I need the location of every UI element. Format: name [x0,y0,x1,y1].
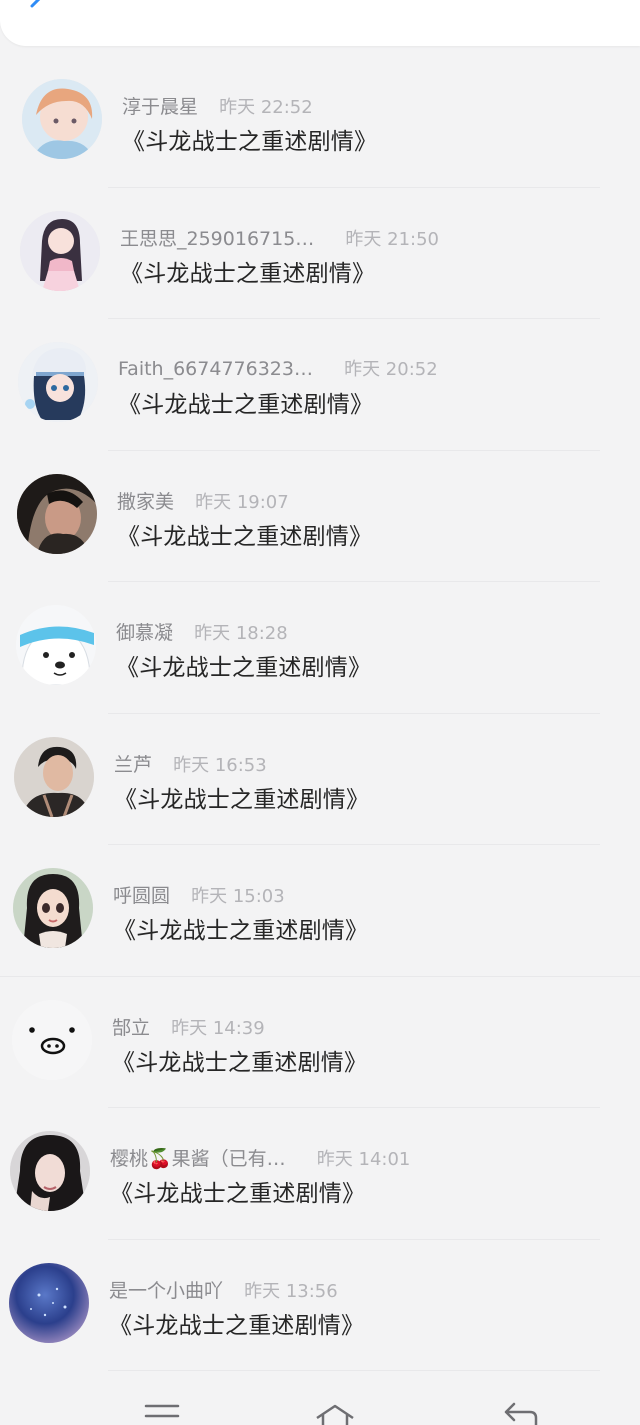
photo-dark-hair-icon [17,473,97,554]
list-item[interactable]: 樱桃🍒果酱（已有… 昨天 14:01 《斗龙战士之重述剧情》 [0,1108,640,1240]
list-item[interactable]: 是一个小曲吖 昨天 13:56 《斗龙战士之重述剧情》 [0,1240,640,1372]
blue-sphere-icon [9,1262,89,1343]
message-time: 昨天 19:07 [195,491,289,513]
pig-face-icon [12,999,92,1080]
cartoon-bear-icon [16,605,96,685]
list-item[interactable]: 王思思_259016715… 昨天 21:50 《斗龙战士之重述剧情》 [0,188,640,320]
sender-name: 呼圆圆 [113,885,171,907]
avatar[interactable] [20,210,100,291]
sender-name: 兰芦 [114,753,153,776]
message-text: 《斗龙战士之重述剧情》 [109,1312,365,1339]
anime-girl-hat-icon [18,342,98,422]
menu-icon[interactable] [142,1400,182,1425]
sender-name: 樱桃🍒果酱（已有… [110,1148,286,1170]
sender-name: 是一个小曲吖 [109,1279,224,1302]
message-text: 《斗龙战士之重述剧情》 [120,260,376,287]
message-text: 《斗龙战士之重述剧情》 [113,918,369,944]
message-time: 昨天 16:53 [173,754,267,776]
3d-girl-icon [13,868,93,948]
message-time: 昨天 18:28 [194,623,288,644]
message-text: 《斗龙战士之重述剧情》 [112,1049,368,1076]
photo-young-man-icon [14,736,94,817]
avatar[interactable] [9,1262,89,1343]
avatar[interactable] [16,605,96,685]
message-time: 昨天 22:52 [219,97,313,118]
message-time: 昨天 13:56 [244,1280,338,1302]
avatar[interactable] [22,79,102,159]
sender-name: 撒家美 [117,490,175,513]
sender-name: 御慕凝 [116,622,174,644]
message-text: 《斗龙战士之重述剧情》 [117,523,373,550]
home-icon[interactable] [315,1400,355,1425]
list-item[interactable]: 撒家美 昨天 19:07 《斗龙战士之重述剧情》 [0,451,640,583]
bottom-nav-bar [0,1390,640,1425]
anime-girl-pink-icon [20,210,100,291]
message-list: 淳于晨星 昨天 22:52 《斗龙战士之重述剧情》 王思思_259016715…… [0,56,640,1371]
avatar[interactable] [13,868,93,948]
chevron-left-icon[interactable] [22,0,56,20]
sender-name: 淳于晨星 [122,96,199,118]
sender-name: 郜立 [112,1016,151,1039]
message-time: 昨天 14:01 [316,1149,411,1170]
sender-name: Faith_6674776323… [118,358,313,380]
avatar[interactable] [14,736,94,817]
message-time: 昨天 21:50 [345,228,439,250]
list-item[interactable]: Faith_6674776323… 昨天 20:52 《斗龙战士之重述剧情》 [0,319,640,451]
avatar[interactable] [18,342,98,422]
message-text: 《斗龙战士之重述剧情》 [110,1181,366,1207]
top-bar [0,0,640,46]
message-time: 昨天 15:03 [191,886,285,907]
anime-boy-icon [22,79,102,159]
message-text: 《斗龙战士之重述剧情》 [116,655,372,681]
list-item[interactable]: 呼圆圆 昨天 15:03 《斗龙战士之重述剧情》 [0,845,640,977]
avatar[interactable] [10,1131,90,1211]
message-text: 《斗龙战士之重述剧情》 [122,129,378,155]
list-item[interactable]: 郜立 昨天 14:39 《斗龙战士之重述剧情》 [0,977,640,1109]
avatar[interactable] [17,473,97,554]
list-item[interactable]: 御慕凝 昨天 18:28 《斗龙战士之重述剧情》 [0,582,640,714]
back-icon[interactable] [500,1400,540,1425]
sender-name: 王思思_259016715… [120,227,315,250]
avatar[interactable] [12,999,92,1080]
list-item[interactable]: 兰芦 昨天 16:53 《斗龙战士之重述剧情》 [0,714,640,846]
list-item[interactable]: 淳于晨星 昨天 22:52 《斗龙战士之重述剧情》 [0,56,640,188]
message-text: 《斗龙战士之重述剧情》 [118,392,374,418]
photo-girl-icon [10,1131,90,1211]
message-time: 昨天 20:52 [344,359,438,380]
message-time: 昨天 14:39 [171,1017,265,1039]
message-text: 《斗龙战士之重述剧情》 [114,786,370,813]
